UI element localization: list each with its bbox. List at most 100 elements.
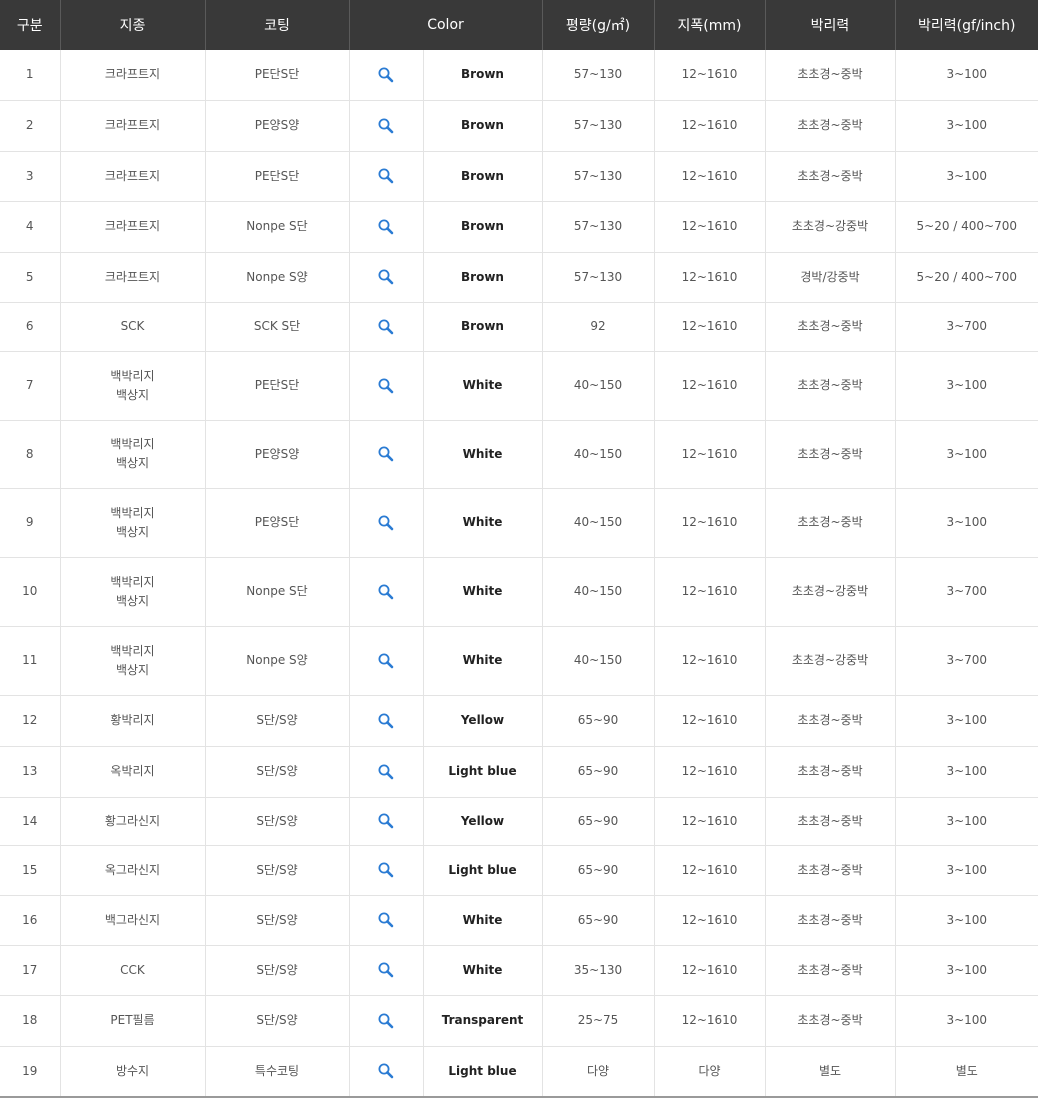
coating-cell: PE단S단 xyxy=(205,50,350,101)
peel-force-cell: 3~100 xyxy=(895,420,1038,489)
paper-width-cell: 12~1610 xyxy=(654,50,766,101)
magnifier-icon[interactable] xyxy=(377,812,395,830)
row-number: 14 xyxy=(0,797,61,846)
coating-cell: S단/S양 xyxy=(205,995,350,1047)
row-number: 3 xyxy=(0,151,61,202)
magnifier-icon[interactable] xyxy=(377,911,395,929)
peel-force-cell: 3~100 xyxy=(895,797,1038,846)
table-row: 14 황그라신지 S단/S양 Yellow 65~90 12~1610 초초경~중박 3~10… xyxy=(0,797,1038,846)
peel-strength-cell: 초초경~중박 xyxy=(765,151,896,202)
table-row: 2 크라프트지 PE양S양 Brown 57~130 12~1610 초초경~중박 3~100 xyxy=(0,100,1038,152)
peel-force-cell: 3~100 xyxy=(895,895,1038,946)
coating-cell: S단/S양 xyxy=(205,746,350,798)
paper-width-cell: 12~1610 xyxy=(654,746,766,798)
paper-type-name: 크라프트지 xyxy=(104,168,161,183)
paper-type-name: 백상지 xyxy=(115,456,150,470)
magnifier-icon[interactable] xyxy=(377,712,395,730)
magnifier-icon[interactable] xyxy=(377,861,395,879)
paper-width-cell: 12~1610 xyxy=(654,626,766,696)
magnifier-icon[interactable] xyxy=(377,268,395,286)
coating-cell: S단/S양 xyxy=(205,695,350,747)
paper-width-cell: 12~1610 xyxy=(654,302,766,352)
magnifier-icon[interactable] xyxy=(377,583,395,601)
zoom-cell xyxy=(349,557,424,627)
basis-weight-cell: 57~130 xyxy=(542,252,655,303)
zoom-cell xyxy=(349,151,424,202)
magnifier-icon[interactable] xyxy=(377,167,395,185)
paper-width-cell: 12~1610 xyxy=(654,945,766,996)
zoom-cell xyxy=(349,797,424,846)
row-number: 15 xyxy=(0,845,61,896)
paper-width-cell: 12~1610 xyxy=(654,151,766,202)
color-cell: Yellow xyxy=(423,695,543,747)
magnifier-icon[interactable] xyxy=(377,763,395,781)
paper-type-name: 백상지 xyxy=(115,387,150,402)
color-cell: Brown xyxy=(423,100,543,152)
basis-weight-cell: 57~130 xyxy=(542,151,655,202)
row-number: 17 xyxy=(0,945,61,996)
peel-force-cell: 3~100 xyxy=(895,351,1038,421)
color-cell: Transparent xyxy=(423,995,543,1047)
coating-cell: Nonpe S단 xyxy=(205,201,350,253)
basis-weight-cell: 65~90 xyxy=(542,746,655,798)
magnifier-icon[interactable] xyxy=(377,66,395,84)
magnifier-icon[interactable] xyxy=(377,445,395,463)
peel-strength-cell: 초초경~중박 xyxy=(765,945,896,996)
magnifier-icon[interactable] xyxy=(377,218,395,236)
header-row: 구분 지종 코팅 Color 평량(g/㎡) 지폭(mm) 박리력 박리력(gf… xyxy=(0,0,1038,50)
color-cell: White xyxy=(423,420,543,489)
row-number: 13 xyxy=(0,746,61,798)
paper-type-cell: 황박리지 xyxy=(60,695,206,747)
paper-type-name: 백상지 xyxy=(115,593,150,608)
zoom-cell xyxy=(349,746,424,798)
zoom-cell xyxy=(349,351,424,421)
color-cell: White xyxy=(423,945,543,996)
table-row: 15 옥그라신지 S단/S양 Light blue 65~90 12~1610 초초경~중박… xyxy=(0,845,1038,896)
coating-cell: Nonpe S양 xyxy=(205,252,350,303)
row-number: 19 xyxy=(0,1046,61,1098)
magnifier-icon[interactable] xyxy=(377,514,395,532)
paper-type-name: 백상지 xyxy=(115,524,150,539)
row-number: 11 xyxy=(0,626,61,696)
magnifier-icon[interactable] xyxy=(377,1062,395,1080)
coating-cell: 특수코팅 xyxy=(205,1046,350,1098)
coating-cell: S단/S양 xyxy=(205,797,350,846)
peel-strength-cell: 초초경~중박 xyxy=(765,488,896,558)
magnifier-icon[interactable] xyxy=(377,652,395,670)
magnifier-icon[interactable] xyxy=(377,377,395,395)
coating-cell: PE단S단 xyxy=(205,151,350,202)
paper-type-cell: 크라프트지 xyxy=(60,252,206,303)
coating-cell: S단/S양 xyxy=(205,895,350,946)
header-paper-width: 지폭(mm) xyxy=(654,0,766,50)
table-header: 구분 지종 코팅 Color 평량(g/㎡) 지폭(mm) 박리력 박리력(gf… xyxy=(0,0,1038,50)
peel-strength-cell: 초초경~중박 xyxy=(765,302,896,352)
zoom-cell xyxy=(349,420,424,489)
header-paper-type: 지종 xyxy=(60,0,206,50)
magnifier-icon[interactable] xyxy=(377,961,395,979)
peel-strength-cell: 초초경~중박 xyxy=(765,695,896,747)
peel-strength-cell: 초초경~중박 xyxy=(765,420,896,489)
table-row: 19 방수지 특수코팅 Light blue 다양 다양 별도 별도 xyxy=(0,1046,1038,1098)
basis-weight-cell: 다양 xyxy=(542,1046,655,1098)
table-row: 5 크라프트지 Nonpe S양 Brown 57~130 12~1610 경박/강중박 5~… xyxy=(0,252,1038,303)
paper-type-cell: 방수지 xyxy=(60,1046,206,1098)
table-row: 8 백박리지 백상지 PE양S양 White 40~150 12~1610 초초경~중박 3~1… xyxy=(0,420,1038,489)
magnifier-icon[interactable] xyxy=(377,1012,395,1030)
color-cell: Brown xyxy=(423,151,543,202)
table-row: 17 CCK S단/S양 White 35~130 12~1610 초초경~중박 3~100 xyxy=(0,945,1038,996)
peel-force-cell: 5~20 / 400~700 xyxy=(895,252,1038,303)
magnifier-icon[interactable] xyxy=(377,117,395,135)
peel-strength-cell: 초초경~중박 xyxy=(765,351,896,421)
table-row: 1 크라프트지 PE단S단 Brown 57~130 12~1610 초초경~중박 3~100 xyxy=(0,50,1038,101)
paper-width-cell: 12~1610 xyxy=(654,201,766,253)
row-number: 2 xyxy=(0,100,61,152)
paper-type-cell: 옥박리지 xyxy=(60,746,206,798)
color-cell: White xyxy=(423,895,543,946)
header-no: 구분 xyxy=(0,0,61,50)
magnifier-icon[interactable] xyxy=(377,318,395,336)
peel-strength-cell: 초초경~중박 xyxy=(765,845,896,896)
paper-type-name: 백그라신지 xyxy=(104,912,161,927)
table-row: 18 PET필름 S단/S양 Transparent 25~75 12~1610 초초경~중… xyxy=(0,995,1038,1047)
paper-type-name: 크라프트지 xyxy=(104,67,161,82)
zoom-cell xyxy=(349,302,424,352)
